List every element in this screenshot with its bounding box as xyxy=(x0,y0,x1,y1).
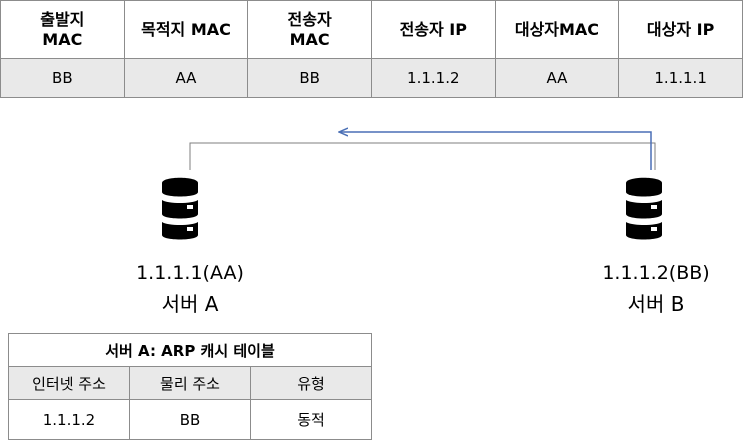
arp-header-internet-address: 인터넷 주소 xyxy=(8,366,130,400)
arp-cell-type: 동적 xyxy=(250,399,372,440)
arp-cache-table: 서버 A: ARP 캐시 테이블 인터넷 주소 물리 주소 유형 1.1.1.2… xyxy=(8,333,372,440)
packet-value-target-ip: 1.1.1.1 xyxy=(618,58,743,98)
server-a-database-server-icon xyxy=(162,177,198,240)
server-a-name: 서버 A xyxy=(161,292,219,316)
server-b-ip: 1.1.1.2(BB) xyxy=(602,262,710,284)
arp-cell-physical-address: BB xyxy=(129,399,251,440)
server-a-ip: 1.1.1.1(AA) xyxy=(136,262,244,284)
connector-line xyxy=(189,142,656,170)
server-b-name: 서버 B xyxy=(627,292,685,316)
arp-table-title: 서버 A: ARP 캐시 테이블 xyxy=(8,333,372,367)
packet-value-row: BB AA BB 1.1.1.2 AA 1.1.1.1 xyxy=(0,58,743,98)
packet-header-src-mac: 출발지 MAC xyxy=(0,0,125,59)
packet-value-sender-mac: BB xyxy=(247,58,372,98)
table-row: 1.1.1.2 BB 동적 xyxy=(8,399,372,440)
arp-header-type: 유형 xyxy=(250,366,372,400)
arp-title-row: 서버 A: ARP 캐시 테이블 xyxy=(8,333,372,367)
server-b-database-server-icon xyxy=(626,177,662,240)
packet-field-table: 출발지 MAC 목적지 MAC 전송자 MAC 전송자 IP 대상자MAC 대상… xyxy=(0,0,743,98)
arp-cell-internet-address: 1.1.1.2 xyxy=(8,399,130,440)
packet-header-sender-ip: 전송자 IP xyxy=(370,0,496,59)
packet-value-src-mac: BB xyxy=(0,58,125,98)
arp-header-row: 인터넷 주소 물리 주소 유형 xyxy=(8,366,372,400)
packet-value-dst-mac: AA xyxy=(123,58,249,98)
packet-header-target-mac: 대상자MAC xyxy=(494,0,620,59)
packet-header-target-ip: 대상자 IP xyxy=(618,0,743,59)
arp-header-physical-address: 물리 주소 xyxy=(129,366,251,400)
packet-header-dst-mac: 목적지 MAC xyxy=(123,0,249,59)
packet-value-target-mac: AA xyxy=(494,58,620,98)
packet-header-row: 출발지 MAC 목적지 MAC 전송자 MAC 전송자 IP 대상자MAC 대상… xyxy=(0,0,743,59)
packet-value-sender-ip: 1.1.1.2 xyxy=(370,58,496,98)
reply-arrow xyxy=(340,132,652,170)
packet-header-sender-mac: 전송자 MAC xyxy=(247,0,372,59)
